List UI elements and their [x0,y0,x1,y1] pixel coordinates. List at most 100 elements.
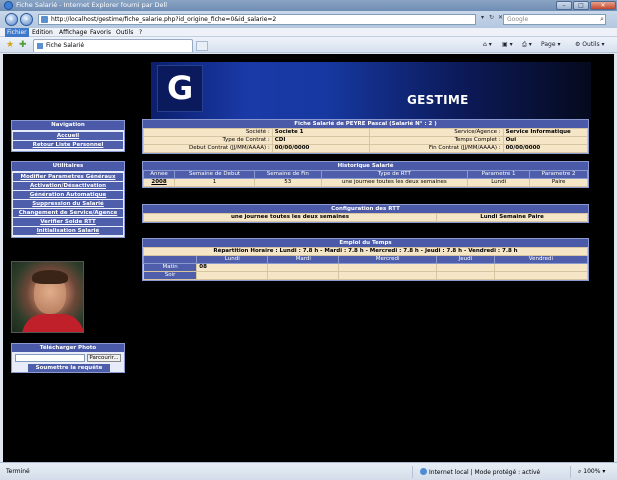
address-buttons: ▾ ↻ ✕ [478,14,505,25]
feeds-icon[interactable]: ▣ ▾ [502,41,513,48]
logo-letter: G [167,69,194,107]
cell-soir-lundi [196,271,269,280]
value-temps-complet: Oui [502,136,589,145]
label-type-contrat: Type de Contrat : [143,136,273,145]
tools-menu[interactable]: ⚙ Outils ▾ [575,41,605,48]
col-semaine-debut: Semaine de Debut [174,170,255,179]
title-bar: Fiche Salarié - Internet Explorer fourni… [0,0,617,11]
value-societe: Societe 1 [271,128,371,137]
link-modifier-parametres[interactable]: Modifier Parametres Généraux [13,173,123,181]
address-bar[interactable]: http://localhost/gestime/fiche_salarie.p… [38,14,476,25]
link-verifier-rtt[interactable]: Verifier Solde RTT [13,218,123,226]
search-placeholder: Google [507,16,529,23]
home-icon[interactable]: ⌂ ▾ [483,41,492,48]
col-parametre-2: Parametre 2 [529,170,588,179]
zoom-level[interactable]: ⌕ 100% ▾ [578,468,605,476]
new-tab-button[interactable] [196,41,208,51]
value-service: Service Informatique [502,128,589,137]
maximize-button[interactable]: □ [573,1,589,10]
menu-favoris[interactable]: Favoris [88,28,113,37]
utilitaires-header: Utilitaires [12,162,124,171]
col-parametre-1: Parametre 1 [467,170,531,179]
link-generation[interactable]: Génération Automatique [13,191,123,199]
close-button[interactable]: ✕ [590,1,616,10]
menu-bar: Fichier Edition Affichage Favoris Outils… [0,28,617,37]
col-lundi: Lundi [196,255,269,264]
tab-fiche-salarie[interactable]: Fiche Salarié [33,39,193,52]
security-zone[interactable]: Internet local | Mode protégé : activé [420,468,540,476]
rtt-table: une journee toutes les deux semaines Lun… [142,213,588,222]
rtt-config-panel: Configuration des RTT une journee toutes… [142,204,589,223]
search-icon[interactable]: ⌕ [600,15,604,24]
print-icon[interactable]: ⎙ ▾ [522,41,532,49]
submit-button[interactable]: Soumettre la requête [28,364,110,372]
gestime-banner: G GESTIME [151,62,591,119]
tab-title: Fiche Salarié [46,42,85,49]
page-menu[interactable]: Page ▾ [541,41,560,48]
browse-button[interactable]: Parcourir... [87,354,121,362]
navigation-header: Navigation [12,121,124,130]
col-type-rtt: Type de RTT [320,170,469,179]
add-favorites-icon[interactable]: ✚ [19,40,27,50]
link-accueil[interactable]: Accueil [13,132,123,140]
tab-row: ★ ✚ Fiche Salarié ⌂ ▾ ▣ ▾ ⎙ ▾ Page ▾ ⚙ O… [0,37,617,53]
file-input[interactable] [15,354,85,362]
menu-outils[interactable]: Outils [114,28,135,37]
cell-matin-lundi: 08 [196,263,269,272]
emploi-du-temps-panel: Emploi du Temps Répartition Horaire : Lu… [142,238,589,281]
menu-affichage[interactable]: Affichage [57,28,89,37]
cell-soir-jeudi [436,271,495,280]
link-retour-liste[interactable]: Retour Liste Personnel [13,141,123,149]
dropdown-icon[interactable]: ▾ [478,14,487,21]
label-debut-contrat: Debut Contrat (JJ/MM/AAAA) : [143,144,273,153]
status-bar: Terminé Internet local | Mode protégé : … [0,462,617,480]
cell-soir-vendredi [493,271,589,280]
zoom-text: 100% [583,468,601,475]
emploi-header: Emploi du Temps [143,239,588,247]
status-text: Terminé [6,468,30,475]
forward-button[interactable]: › [20,13,33,26]
tab-page-icon [37,43,43,49]
page-content: G GESTIME Navigation Accueil Retour List… [3,54,614,462]
emploi-table: Répartition Horaire : Lundi : 7.8 h - Ma… [142,247,589,280]
menu-help[interactable]: ? [137,28,144,37]
table-row: 2008 1 53 une journee toutes les deux se… [142,178,588,187]
cell-semaine-fin: 53 [253,178,322,187]
cell-parametre-1: Lundi [467,178,531,187]
cell-matin-jeudi [436,263,495,272]
favorites-star-icon[interactable]: ★ [6,40,14,50]
upload-photo-box: Télécharger Photo Parcourir... Soumettre… [11,343,125,373]
annee-link[interactable]: 2008 [142,178,176,187]
label-temps-complet: Temps Complet : [369,136,504,145]
upload-header: Télécharger Photo [12,344,124,352]
value-type-contrat: CDI [271,136,371,145]
zone-text: Internet local | Mode protégé : activé [429,469,541,476]
link-activation[interactable]: Activation/Désactivation [13,182,123,190]
col-mercredi: Mercredi [338,255,437,264]
cell-matin-vendredi [493,263,589,272]
page-icon [41,16,48,23]
link-initialisation[interactable]: Initialisation Salarié [13,227,123,235]
link-suppression[interactable]: Suppression du Salarié [13,200,123,208]
fiche-row: Type de Contrat : CDI Temps Complet : Ou… [143,136,589,145]
page-menu-label: Page [541,41,556,48]
menu-fichier[interactable]: Fichier [5,28,29,37]
col-mardi: Mardi [267,255,340,264]
col-annee: Annee [142,170,176,179]
rtt-param: Lundi Semaine Paire [436,213,588,222]
address-row: ‹ › http://localhost/gestime/fiche_salar… [0,11,617,28]
cell-parametre-2: Paire [529,178,588,187]
row-soir: Soir [142,271,198,280]
refresh-icon[interactable]: ↻ [487,14,496,21]
menu-edition[interactable]: Edition [30,28,55,37]
navigation-box: Navigation Accueil Retour Liste Personne… [11,120,125,152]
search-input[interactable]: Google ⌕ [503,14,606,25]
back-button[interactable]: ‹ [5,13,18,26]
col-vendredi: Vendredi [493,255,589,264]
cell-soir-mercredi [338,271,437,280]
cell-type-rtt: une journee toutes les deux semaines [320,178,469,187]
globe-icon [420,468,427,475]
link-changement-service[interactable]: Changement de Service/Agence [13,209,123,217]
minimize-button[interactable]: – [556,1,572,10]
rtt-type: une journee toutes les deux semaines [142,213,438,222]
